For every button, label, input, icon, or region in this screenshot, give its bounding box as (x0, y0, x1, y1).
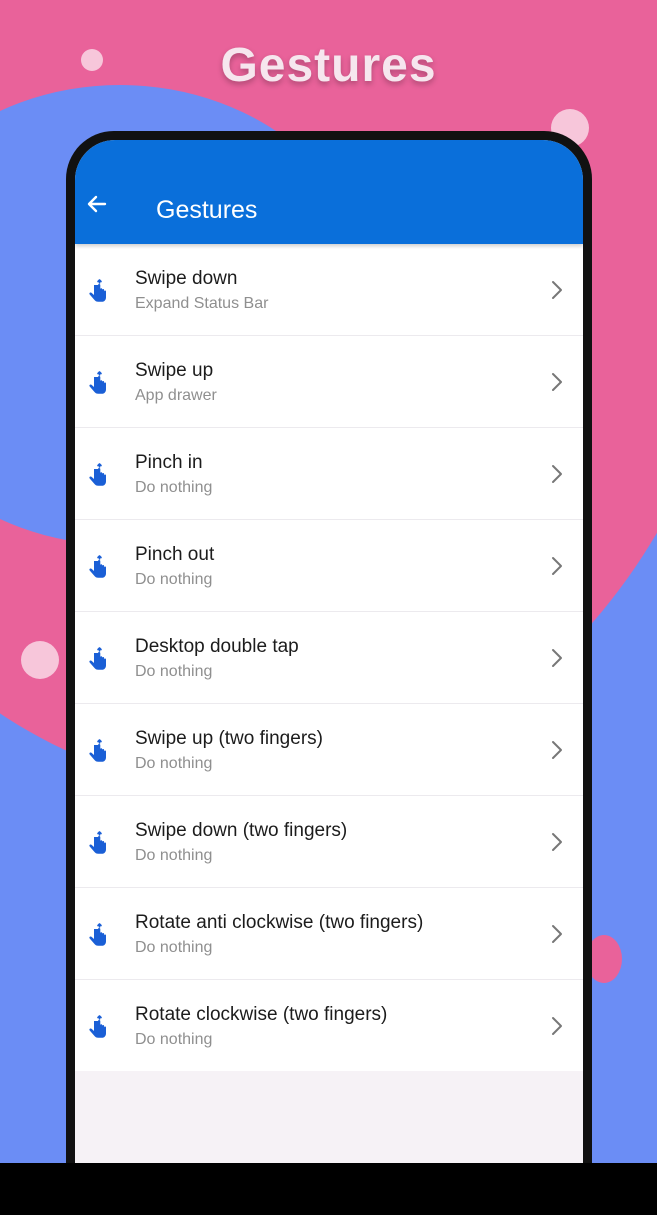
rotate-clockwise-gesture-icon (89, 1015, 106, 1038)
chevron-right-icon (552, 281, 562, 299)
gesture-action: Do nothing (135, 663, 213, 680)
pinch-out-gesture-icon (89, 555, 106, 578)
gesture-title: Pinch out (135, 544, 215, 565)
gesture-list-item[interactable]: Rotate anti clockwise (two fingers) Do n… (75, 888, 583, 980)
gesture-title: Rotate clockwise (two fingers) (135, 1004, 388, 1025)
two-finger-swipe-up-icon (89, 739, 106, 762)
gesture-action: Expand Status Bar (135, 295, 269, 312)
gesture-action: Do nothing (135, 847, 213, 864)
two-finger-swipe-down-icon (89, 831, 106, 854)
page-title: Gestures (156, 196, 258, 224)
gesture-title: Rotate anti clockwise (two fingers) (135, 912, 424, 933)
chevron-right-icon (552, 1017, 562, 1035)
gesture-list-item[interactable]: Swipe up (two fingers) Do nothing (75, 704, 583, 796)
gesture-list-item[interactable]: Pinch out Do nothing (75, 520, 583, 612)
chevron-right-icon (552, 925, 562, 943)
gesture-action: Do nothing (135, 1031, 213, 1048)
pinch-in-gesture-icon (89, 463, 106, 486)
rotate-anticlockwise-gesture-icon (89, 923, 106, 946)
back-button[interactable] (85, 192, 109, 216)
promo-background: Gestures Gestures Swipe down Expand Stat… (0, 0, 657, 1163)
gesture-title: Pinch in (135, 452, 203, 473)
gesture-title: Swipe down (135, 268, 238, 289)
gesture-action: Do nothing (135, 571, 213, 588)
swipe-down-gesture-icon (89, 279, 106, 302)
gesture-title: Desktop double tap (135, 636, 299, 657)
chevron-right-icon (552, 741, 562, 759)
gesture-list-item[interactable]: Desktop double tap Do nothing (75, 612, 583, 704)
chevron-right-icon (552, 833, 562, 851)
app-bar: Gestures (75, 140, 583, 244)
swipe-up-gesture-icon (89, 371, 106, 394)
gesture-list-item[interactable]: Swipe down (two fingers) Do nothing (75, 796, 583, 888)
gesture-action: App drawer (135, 387, 217, 404)
gesture-action: Do nothing (135, 939, 213, 956)
gesture-action: Do nothing (135, 479, 213, 496)
chevron-right-icon (552, 649, 562, 667)
gesture-list-item[interactable]: Swipe down Expand Status Bar (75, 244, 583, 336)
decor-dot (21, 641, 59, 679)
gesture-title: Swipe up (135, 360, 214, 381)
gesture-list-item[interactable]: Pinch in Do nothing (75, 428, 583, 520)
gesture-list-item[interactable]: Swipe up App drawer (75, 336, 583, 428)
arrow-left-icon (87, 195, 107, 213)
promo-headline: Gestures (220, 39, 437, 92)
gesture-title: Swipe up (two fingers) (135, 728, 323, 749)
gesture-action: Do nothing (135, 755, 213, 772)
phone-frame: Gestures Swipe down Expand Status Bar Sw… (66, 131, 592, 1163)
gesture-list-item[interactable]: Rotate clockwise (two fingers) Do nothin… (75, 980, 583, 1071)
phone-screen: Gestures Swipe down Expand Status Bar Sw… (75, 140, 583, 1163)
chevron-right-icon (552, 373, 562, 391)
gesture-list: Swipe down Expand Status Bar Swipe up Ap… (75, 244, 583, 1071)
gesture-title: Swipe down (two fingers) (135, 820, 348, 841)
chevron-right-icon (552, 465, 562, 483)
double-tap-gesture-icon (89, 647, 106, 670)
chevron-right-icon (552, 557, 562, 575)
